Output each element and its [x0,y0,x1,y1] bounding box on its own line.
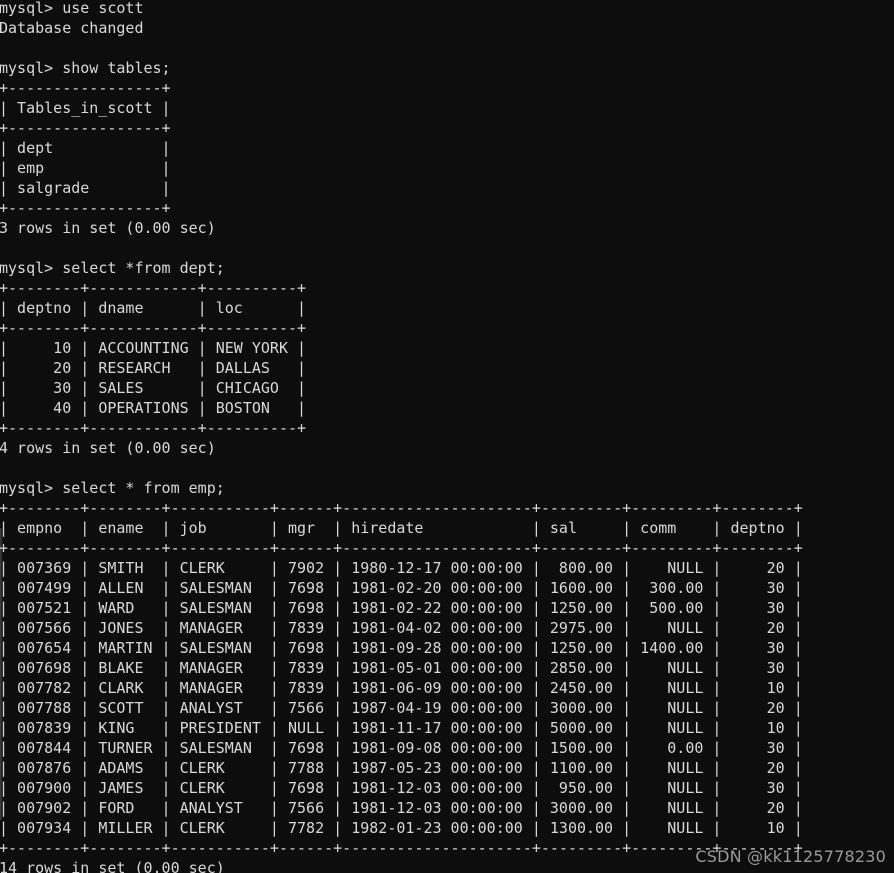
table-row[interactable]: | dept | [0,138,803,158]
table-header-row: | empno | ename | job | mgr | hiredate |… [0,519,803,537]
table-separator: +-----------------+ [0,119,171,137]
table-row[interactable]: | 20 | RESEARCH | DALLAS | [0,358,803,378]
table-separator: +--------+------------+----------+ [0,279,307,297]
table-row[interactable]: | 007369 | SMITH | CLERK | 7902 | 1980-1… [0,558,803,578]
status-line: 3 rows in set (0.00 sec) [0,219,216,237]
command-line[interactable]: mysql> show tables; [0,58,803,78]
status-line: 4 rows in set (0.00 sec) [0,439,216,457]
command-line[interactable]: mysql> use scott [0,0,803,18]
table-separator: +-----------------+ [0,199,171,217]
table-row[interactable]: | 007839 | KING | PRESIDENT | NULL | 198… [0,718,803,738]
table-header-row: | Tables_in_scott | [0,99,171,117]
table-row[interactable]: | emp | [0,158,803,178]
table-row[interactable]: | 007934 | MILLER | CLERK | 7782 | 1982-… [0,818,803,838]
table-row[interactable]: | 007566 | JONES | MANAGER | 7839 | 1981… [0,618,803,638]
table-row[interactable]: | 007698 | BLAKE | MANAGER | 7839 | 1981… [0,658,803,678]
table-row[interactable]: | 10 | ACCOUNTING | NEW YORK | [0,338,803,358]
table-row[interactable]: | 007521 | WARD | SALESMAN | 7698 | 1981… [0,598,803,618]
table-row[interactable]: | 007844 | TURNER | SALESMAN | 7698 | 19… [0,738,803,758]
table-row[interactable]: | 007788 | SCOTT | ANALYST | 7566 | 1987… [0,698,803,718]
mysql-terminal-window: mysql> use scott Database changed mysql> … [0,0,894,873]
table-row[interactable]: | 007499 | ALLEN | SALESMAN | 7698 | 198… [0,578,803,598]
command-line[interactable]: mysql> select * from emp; [0,478,803,498]
table-row[interactable]: | 007782 | CLARK | MANAGER | 7839 | 1981… [0,678,803,698]
csdn-watermark: CSDN @kk1125778230 [695,847,886,866]
table-row[interactable]: | salgrade | [0,178,803,198]
table-separator: +--------+------------+----------+ [0,319,307,337]
table-separator: +-----------------+ [0,79,171,97]
table-header-row: | deptno | dname | loc | [0,299,307,317]
table-row[interactable]: | 007876 | ADAMS | CLERK | 7788 | 1987-0… [0,758,803,778]
table-separator: +--------+--------+-----------+------+--… [0,539,803,557]
table-row[interactable]: | 007900 | JAMES | CLERK | 7698 | 1981-1… [0,778,803,798]
table-row[interactable]: | 007654 | MARTIN | SALESMAN | 7698 | 19… [0,638,803,658]
status-line: 14 rows in set (0.00 sec) [0,859,225,873]
table-row[interactable]: | 007902 | FORD | ANALYST | 7566 | 1981-… [0,798,803,818]
table-row[interactable]: | 30 | SALES | CHICAGO | [0,378,803,398]
table-separator: +--------+--------+-----------+------+--… [0,499,803,517]
response-line: Database changed [0,19,144,37]
table-separator: +--------+------------+----------+ [0,419,307,437]
terminal-output: mysql> use scott Database changed mysql> … [0,0,803,873]
table-row[interactable]: | 40 | OPERATIONS | BOSTON | [0,398,803,418]
command-line[interactable]: mysql> select *from dept; [0,258,803,278]
table-separator: +--------+--------+-----------+------+--… [0,839,803,857]
